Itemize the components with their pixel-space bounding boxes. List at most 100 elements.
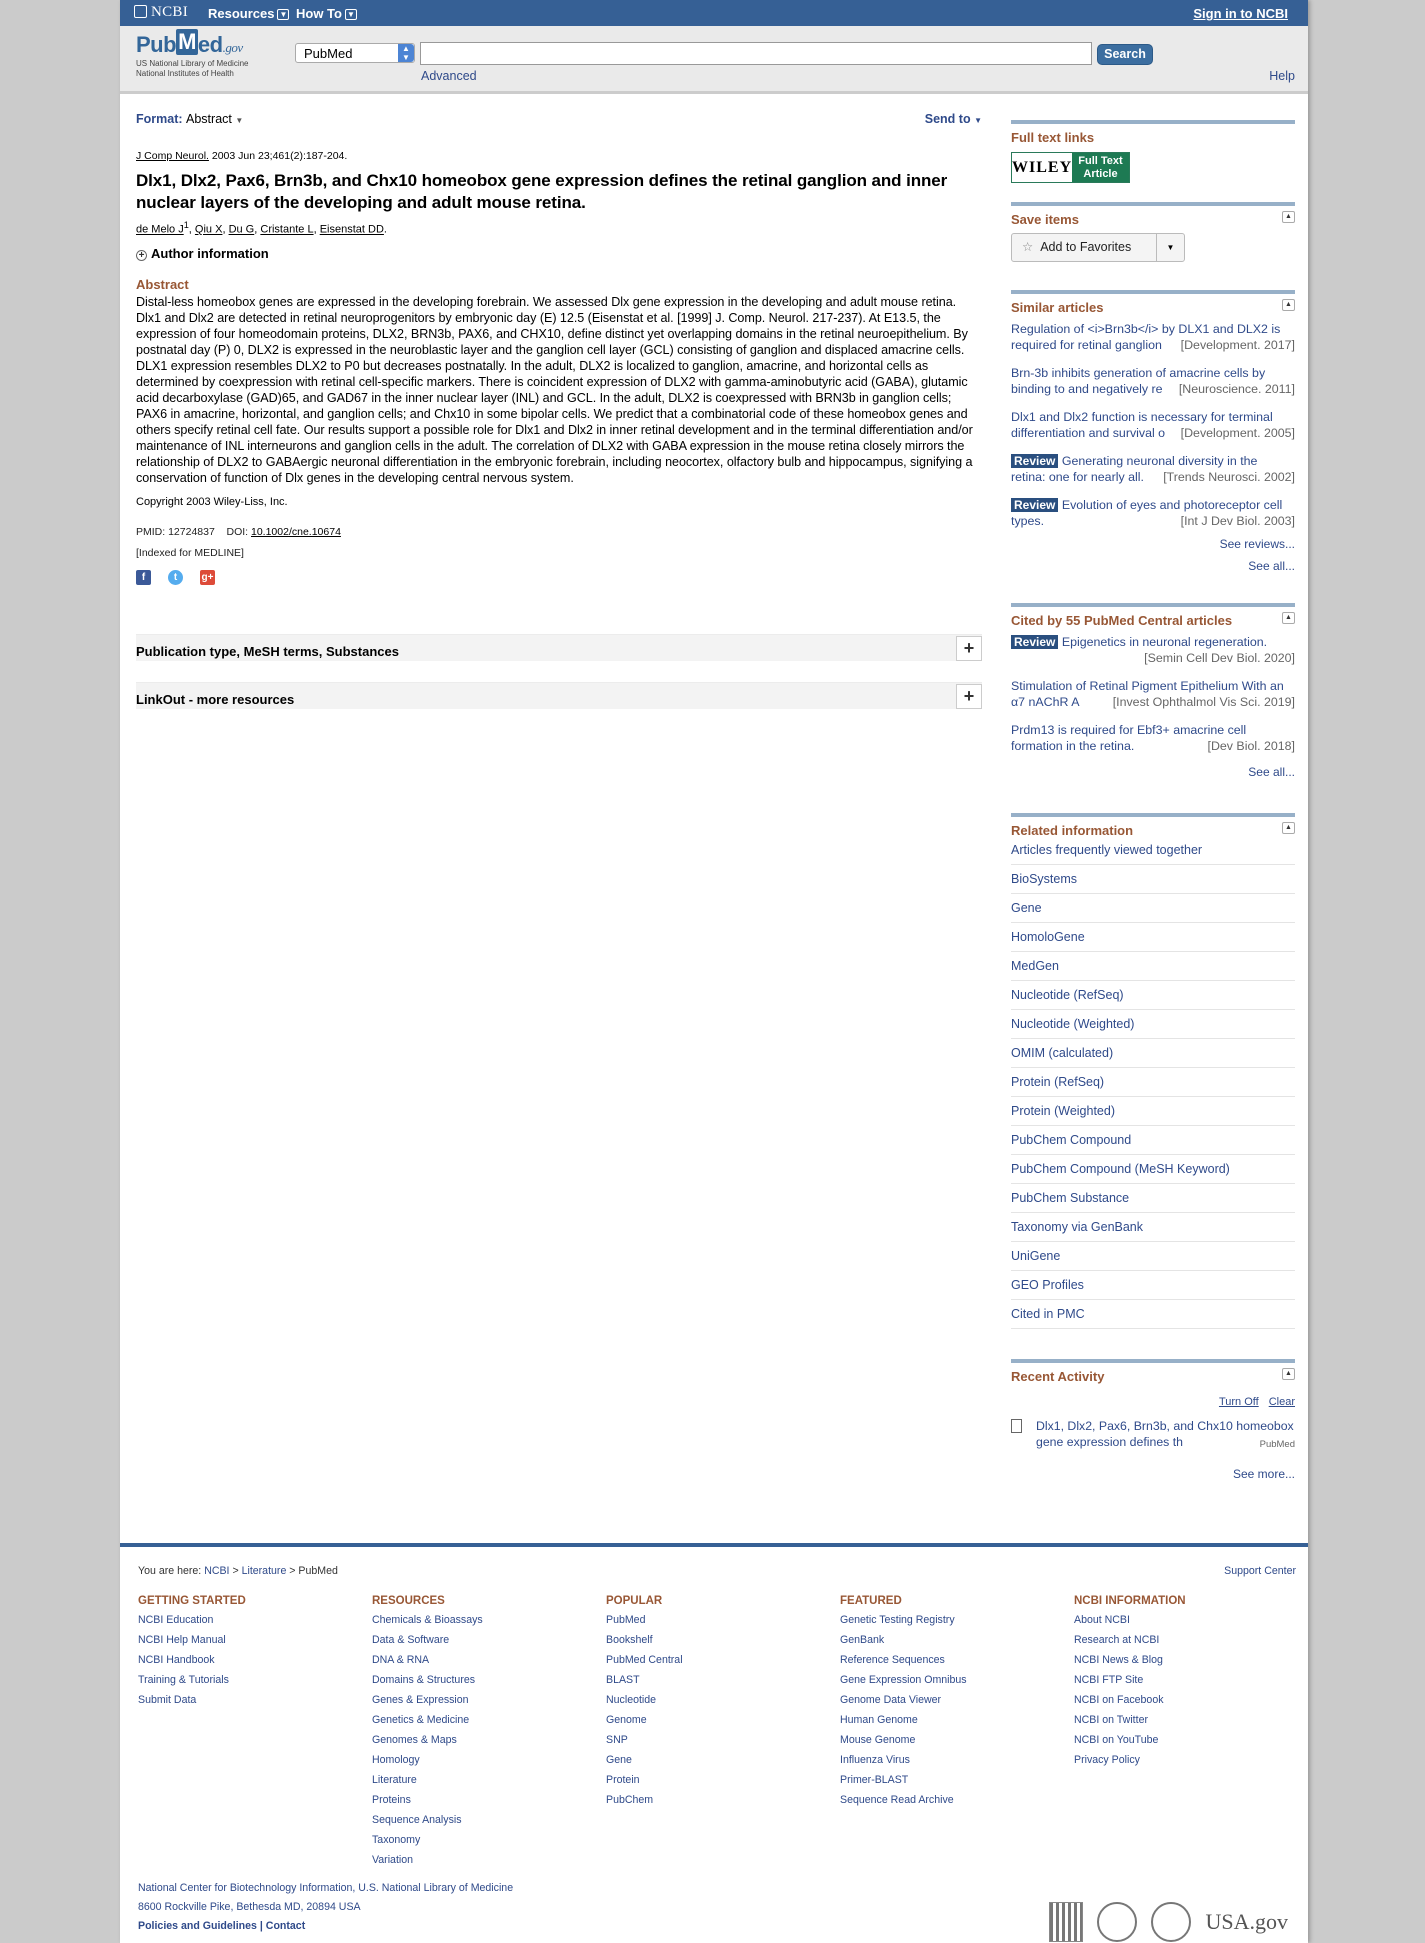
- footer-link[interactable]: DNA & RNA: [372, 1650, 606, 1670]
- plus-icon[interactable]: +: [956, 635, 982, 661]
- contact-link[interactable]: Contact: [266, 1920, 305, 1932]
- nih-logo-icon[interactable]: [1097, 1902, 1138, 1942]
- related-link[interactable]: Nucleotide (RefSeq): [1011, 981, 1295, 1010]
- footer-link[interactable]: Chemicals & Bioassays: [372, 1610, 606, 1630]
- footer-link[interactable]: Gene: [606, 1750, 840, 1770]
- send-to-menu[interactable]: Send to ▼: [925, 112, 982, 126]
- related-link[interactable]: BioSystems: [1011, 865, 1295, 894]
- related-link[interactable]: PubChem Substance: [1011, 1184, 1295, 1213]
- footer-link[interactable]: Data & Software: [372, 1630, 606, 1650]
- author-link[interactable]: Du G: [229, 224, 255, 236]
- footer-link[interactable]: PubMed Central: [606, 1650, 840, 1670]
- author-link[interactable]: de Melo J: [136, 224, 184, 236]
- author-link[interactable]: Cristante L: [260, 224, 313, 236]
- sign-in-link[interactable]: Sign in to NCBI: [1193, 6, 1288, 21]
- footer-link[interactable]: Taxonomy: [372, 1830, 606, 1850]
- footer-link[interactable]: Domains & Structures: [372, 1670, 606, 1690]
- footer-link[interactable]: NCBI on YouTube: [1074, 1730, 1308, 1750]
- footer-link[interactable]: Sequence Read Archive: [840, 1790, 1074, 1810]
- footer-link[interactable]: Influenza Virus: [840, 1750, 1074, 1770]
- footer-link[interactable]: NCBI Help Manual: [138, 1630, 372, 1650]
- howto-menu[interactable]: How To ▼: [296, 6, 357, 21]
- related-link[interactable]: Taxonomy via GenBank: [1011, 1213, 1295, 1242]
- footer-link[interactable]: Genetics & Medicine: [372, 1710, 606, 1730]
- doi-link[interactable]: 10.1002/cne.10674: [251, 526, 341, 538]
- collapse-icon[interactable]: ▲: [1282, 822, 1295, 834]
- footer-link[interactable]: About NCBI: [1074, 1610, 1308, 1630]
- collapse-icon[interactable]: ▲: [1282, 299, 1295, 311]
- turn-off-link[interactable]: Turn Off: [1219, 1396, 1259, 1408]
- policies-link[interactable]: Policies and Guidelines: [138, 1920, 257, 1932]
- footer-link[interactable]: Proteins: [372, 1790, 606, 1810]
- related-link[interactable]: Protein (RefSeq): [1011, 1068, 1295, 1097]
- related-link[interactable]: PubChem Compound (MeSH Keyword): [1011, 1155, 1295, 1184]
- related-link[interactable]: Protein (Weighted): [1011, 1097, 1295, 1126]
- see-reviews-link[interactable]: See reviews...: [1011, 537, 1295, 551]
- google-plus-icon[interactable]: g+: [200, 569, 215, 585]
- resources-menu[interactable]: Resources ▼: [208, 6, 290, 21]
- footer-link[interactable]: GenBank: [840, 1630, 1074, 1650]
- related-link[interactable]: MedGen: [1011, 952, 1295, 981]
- footer-link[interactable]: Variation: [372, 1850, 606, 1870]
- footer-link[interactable]: Sequence Analysis: [372, 1810, 606, 1830]
- footer-link[interactable]: Bookshelf: [606, 1630, 840, 1650]
- usa-gov-logo[interactable]: USA.gov: [1205, 1909, 1288, 1935]
- footer-link[interactable]: Human Genome: [840, 1710, 1074, 1730]
- footer-link[interactable]: SNP: [606, 1730, 840, 1750]
- footer-link[interactable]: NCBI News & Blog: [1074, 1650, 1308, 1670]
- footer-link[interactable]: Literature: [372, 1770, 606, 1790]
- footer-link[interactable]: NCBI on Facebook: [1074, 1690, 1308, 1710]
- related-link[interactable]: Nucleotide (Weighted): [1011, 1010, 1295, 1039]
- help-link[interactable]: Help: [1269, 69, 1295, 83]
- footer-link[interactable]: Genome Data Viewer: [840, 1690, 1074, 1710]
- clear-link[interactable]: Clear: [1269, 1396, 1295, 1408]
- footer-link[interactable]: Reference Sequences: [840, 1650, 1074, 1670]
- add-to-favorites-button[interactable]: ☆ Add to Favorites ▼: [1011, 233, 1185, 262]
- database-select[interactable]: PubMed ▲ ▼: [295, 43, 415, 63]
- advanced-search-link[interactable]: Advanced: [421, 69, 477, 83]
- footer-link[interactable]: NCBI on Twitter: [1074, 1710, 1308, 1730]
- footer-link[interactable]: Genes & Expression: [372, 1690, 606, 1710]
- add-to-favorites[interactable]: ☆ Add to Favorites: [1012, 234, 1156, 261]
- journal-link[interactable]: J Comp Neurol.: [136, 150, 209, 162]
- related-link[interactable]: OMIM (calculated): [1011, 1039, 1295, 1068]
- nlm-logo-icon[interactable]: [1049, 1902, 1084, 1942]
- facebook-icon[interactable]: f: [136, 569, 151, 585]
- footer-link[interactable]: Genome: [606, 1710, 840, 1730]
- twitter-icon[interactable]: t: [168, 569, 183, 585]
- recent-item-link[interactable]: Dlx1, Dlx2, Pax6, Brn3b, and Chx10 homeo…: [1036, 1419, 1294, 1449]
- footer-link[interactable]: Protein: [606, 1770, 840, 1790]
- related-link[interactable]: HomoloGene: [1011, 923, 1295, 952]
- author-link[interactable]: Qiu X: [195, 224, 223, 236]
- article-link[interactable]: Epigenetics in neuronal regeneration.: [1062, 635, 1267, 649]
- collapse-icon[interactable]: ▲: [1282, 211, 1295, 223]
- mesh-section[interactable]: Publication type, MeSH terms, Substances…: [136, 633, 982, 661]
- footer-link[interactable]: Homology: [372, 1750, 606, 1770]
- footer-link[interactable]: Research at NCBI: [1074, 1630, 1308, 1650]
- footer-link[interactable]: Mouse Genome: [840, 1730, 1074, 1750]
- footer-link[interactable]: Privacy Policy: [1074, 1750, 1308, 1770]
- support-center-link[interactable]: Support Center: [1224, 1565, 1296, 1577]
- footer-link[interactable]: Genetic Testing Registry: [840, 1610, 1074, 1630]
- related-link[interactable]: Gene: [1011, 894, 1295, 923]
- footer-link[interactable]: PubChem: [606, 1790, 840, 1810]
- related-link[interactable]: Articles frequently viewed together: [1011, 843, 1295, 865]
- author-link[interactable]: Eisenstat DD: [320, 224, 384, 236]
- footer-link[interactable]: PubMed: [606, 1610, 840, 1630]
- footer-link[interactable]: Primer-BLAST: [840, 1770, 1074, 1790]
- footer-link[interactable]: NCBI Education: [138, 1610, 372, 1630]
- plus-icon[interactable]: +: [956, 683, 982, 709]
- related-link[interactable]: UniGene: [1011, 1242, 1295, 1271]
- pubmed-logo[interactable]: PubMed.gov US National Library of Medici…: [136, 29, 249, 78]
- breadcrumb-ncbi[interactable]: NCBI: [204, 1565, 229, 1577]
- breadcrumb-literature[interactable]: Literature: [242, 1565, 287, 1577]
- search-button[interactable]: Search: [1097, 44, 1153, 65]
- format-selector[interactable]: Format: Abstract ▼: [136, 112, 982, 126]
- ncbi-home-link[interactable]: NCBI: [134, 4, 188, 21]
- collapse-icon[interactable]: ▲: [1282, 612, 1295, 624]
- author-information-toggle[interactable]: + Author information: [136, 246, 982, 261]
- see-all-link[interactable]: See all...: [1011, 559, 1295, 573]
- footer-link[interactable]: NCBI Handbook: [138, 1650, 372, 1670]
- footer-link[interactable]: Genomes & Maps: [372, 1730, 606, 1750]
- related-link[interactable]: PubChem Compound: [1011, 1126, 1295, 1155]
